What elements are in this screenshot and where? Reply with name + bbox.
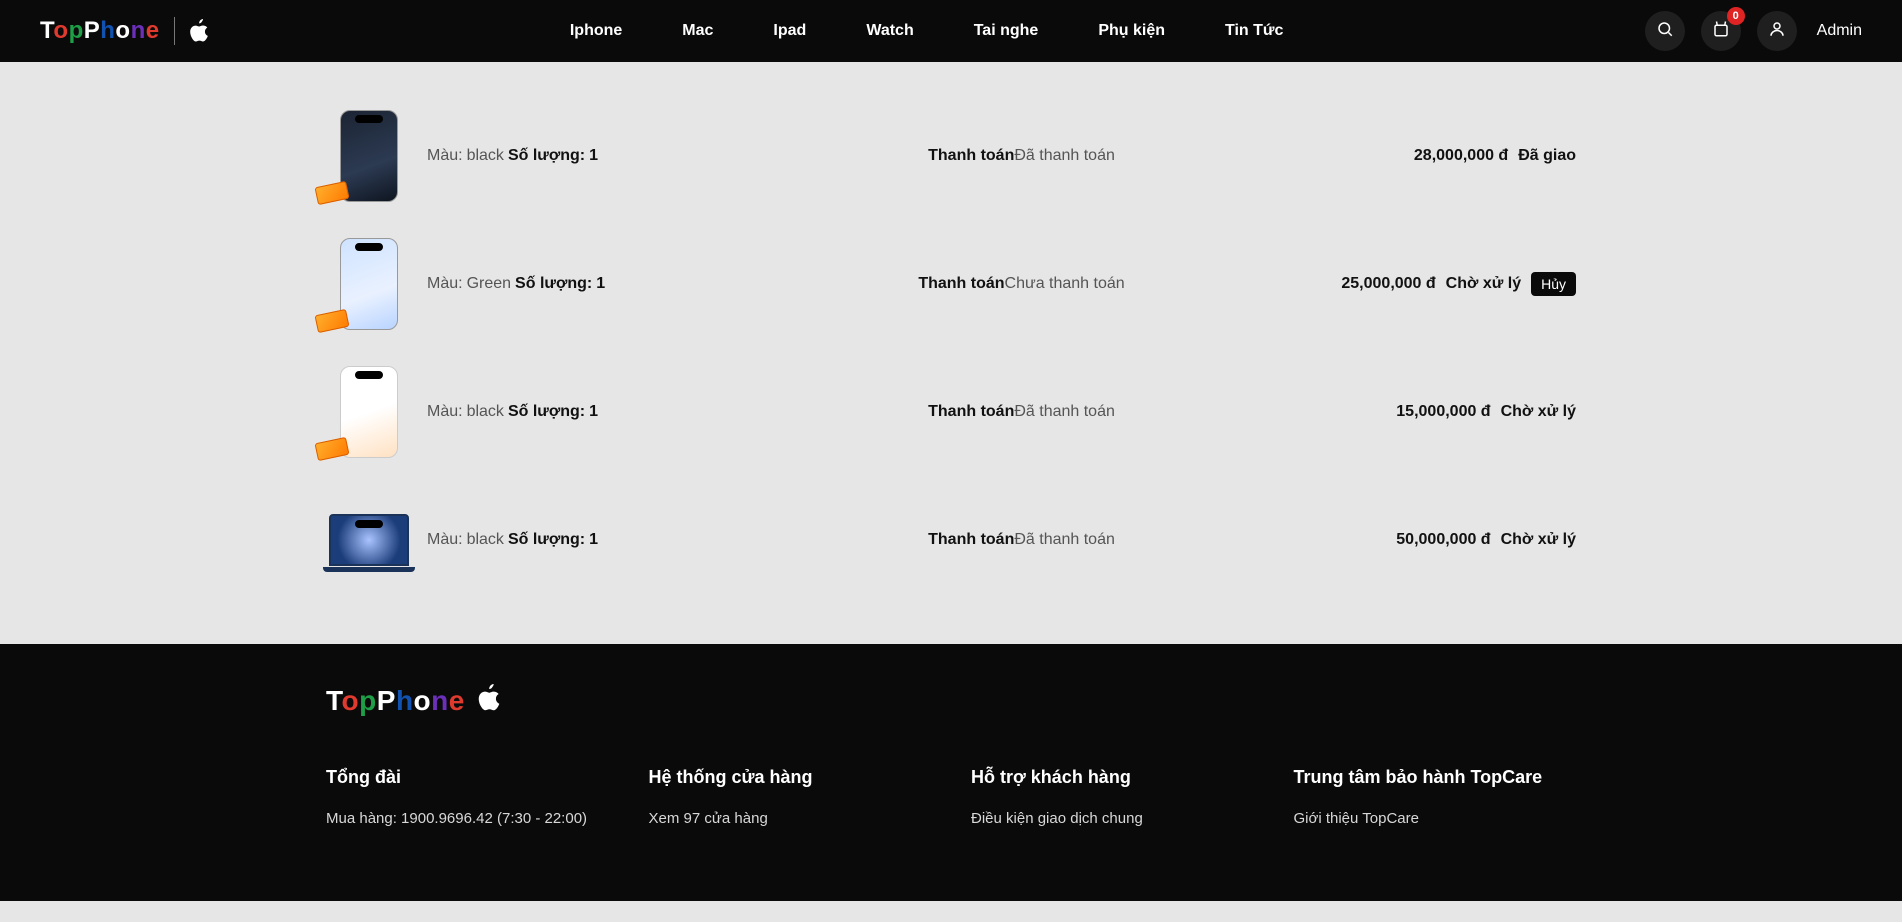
footer: TopPhone Tổng đài Mua hàng: 1900.9696.42 … (0, 644, 1902, 901)
order-payment: Thanh toánĐã thanh toán (743, 403, 1300, 421)
apple-icon (189, 19, 209, 43)
user-label[interactable]: Admin (1817, 22, 1862, 40)
order-right: 15,000,000 đ Chờ xử lý (1316, 403, 1576, 421)
order-price: 28,000,000 đ (1414, 147, 1508, 165)
main-nav: Iphone Mac Ipad Watch Tai nghe Phụ kiện … (209, 22, 1645, 40)
qty-value: 1 (589, 403, 598, 421)
footer-link[interactable]: Xem 97 cửa hàng (649, 810, 932, 827)
order-status: Đã giao (1518, 147, 1576, 165)
order-payment: Thanh toánChưa thanh toán (743, 275, 1300, 293)
color-value: black (467, 531, 504, 549)
qty-label: Số lượng: (508, 403, 585, 421)
header: TopPhone Iphone Mac Ipad Watch Tai nghe … (0, 0, 1902, 62)
order-row: Màu: black Số lượng: 1 Thanh toánĐã thanh… (326, 476, 1576, 604)
order-right: 25,000,000 đ Chờ xử lý Hủy (1316, 272, 1576, 296)
refund-tag-icon (314, 437, 349, 461)
payment-label: Thanh toán (928, 147, 1014, 164)
order-info: Màu: black Số lượng: 1 (427, 531, 727, 549)
order-price: 25,000,000 đ (1341, 275, 1435, 293)
logo-separator (174, 17, 175, 45)
order-right: 28,000,000 đ Đã giao (1316, 147, 1576, 165)
nav-item-mac[interactable]: Mac (682, 22, 713, 40)
footer-link[interactable]: Điều kiện giao dịch chung (971, 810, 1254, 827)
footer-col-title: Hỗ trợ khách hàng (971, 767, 1254, 788)
search-icon (1656, 20, 1674, 43)
order-payment: Thanh toánĐã thanh toán (743, 147, 1300, 165)
order-thumb[interactable] (326, 490, 411, 590)
color-label: Màu: (427, 403, 463, 421)
payment-label: Thanh toán (928, 531, 1014, 548)
order-right: 50,000,000 đ Chờ xử lý (1316, 531, 1576, 549)
footer-columns: Tổng đài Mua hàng: 1900.9696.42 (7:30 - 2… (326, 767, 1576, 841)
cancel-button[interactable]: Hủy (1531, 272, 1576, 296)
order-status: Chờ xử lý (1446, 275, 1521, 293)
brand-logo[interactable]: TopPhone (40, 17, 209, 45)
apple-icon (477, 684, 501, 717)
qty-value: 1 (589, 147, 598, 165)
footer-brand-text: TopPhone (326, 685, 465, 717)
footer-logo[interactable]: TopPhone (326, 684, 1576, 717)
payment-status: Chưa thanh toán (1005, 275, 1125, 292)
refund-tag-icon (314, 181, 349, 205)
order-info: Màu: Green Số lượng: 1 (427, 275, 727, 293)
user-icon (1768, 20, 1786, 43)
footer-col: Tổng đài Mua hàng: 1900.9696.42 (7:30 - 2… (326, 767, 609, 841)
payment-status: Đã thanh toán (1014, 403, 1115, 420)
order-info: Màu: black Số lượng: 1 (427, 147, 727, 165)
order-list: Màu: black Số lượng: 1Thanh toánĐã thanh… (326, 62, 1576, 644)
order-status: Chờ xử lý (1501, 531, 1576, 549)
color-value: black (467, 147, 504, 165)
order-status: Chờ xử lý (1501, 403, 1576, 421)
footer-link[interactable]: Mua hàng: 1900.9696.42 (7:30 - 22:00) (326, 810, 609, 827)
order-info: Màu: black Số lượng: 1 (427, 403, 727, 421)
nav-item-ipad[interactable]: Ipad (773, 22, 806, 40)
qty-value: 1 (589, 531, 598, 549)
refund-tag-icon (314, 309, 349, 333)
payment-status: Đã thanh toán (1014, 531, 1115, 548)
footer-col: Trung tâm bảo hành TopCare Giới thiệu Top… (1294, 767, 1577, 841)
color-label: Màu: (427, 147, 463, 165)
footer-col-title: Trung tâm bảo hành TopCare (1294, 767, 1577, 788)
nav-item-iphone[interactable]: Iphone (570, 22, 622, 40)
color-label: Màu: (427, 531, 463, 549)
header-actions: 0 Admin (1645, 11, 1862, 51)
order-thumb[interactable] (326, 234, 411, 334)
order-row: Màu: black Số lượng: 1 Thanh toánĐã thanh… (326, 92, 1576, 220)
order-price: 15,000,000 đ (1396, 403, 1490, 421)
order-row: Màu: black Số lượng: 1 Thanh toánĐã thanh… (326, 348, 1576, 476)
order-thumb[interactable] (326, 362, 411, 462)
qty-label: Số lượng: (508, 531, 585, 549)
payment-label: Thanh toán (918, 275, 1004, 292)
color-value: black (467, 403, 504, 421)
footer-link[interactable]: Giới thiệu TopCare (1294, 810, 1577, 827)
order-thumb[interactable] (326, 106, 411, 206)
account-button[interactable] (1757, 11, 1797, 51)
footer-col-title: Tổng đài (326, 767, 609, 788)
payment-status: Đã thanh toán (1014, 147, 1115, 164)
footer-col: Hệ thống cửa hàng Xem 97 cửa hàng (649, 767, 932, 841)
footer-col: Hỗ trợ khách hàng Điều kiện giao dịch chu… (971, 767, 1254, 841)
qty-label: Số lượng: (508, 147, 585, 165)
search-button[interactable] (1645, 11, 1685, 51)
order-payment: Thanh toánĐã thanh toán (743, 531, 1300, 549)
order-price: 50,000,000 đ (1396, 531, 1490, 549)
payment-label: Thanh toán (928, 403, 1014, 420)
brand-text: TopPhone (40, 17, 160, 45)
color-label: Màu: (427, 275, 463, 293)
qty-label: Số lượng: (515, 275, 592, 293)
order-row: Màu: Green Số lượng: 1 Thanh toánChưa tha… (326, 220, 1576, 348)
cart-badge: 0 (1727, 7, 1745, 25)
bag-icon (1712, 20, 1730, 43)
nav-item-phukien[interactable]: Phụ kiện (1098, 22, 1165, 40)
nav-item-tintuc[interactable]: Tin Tức (1225, 22, 1283, 40)
footer-col-title: Hệ thống cửa hàng (649, 767, 932, 788)
nav-item-watch[interactable]: Watch (866, 22, 913, 40)
cart-button[interactable]: 0 (1701, 11, 1741, 51)
nav-item-tainghe[interactable]: Tai nghe (974, 22, 1039, 40)
qty-value: 1 (596, 275, 605, 293)
color-value: Green (467, 275, 511, 293)
